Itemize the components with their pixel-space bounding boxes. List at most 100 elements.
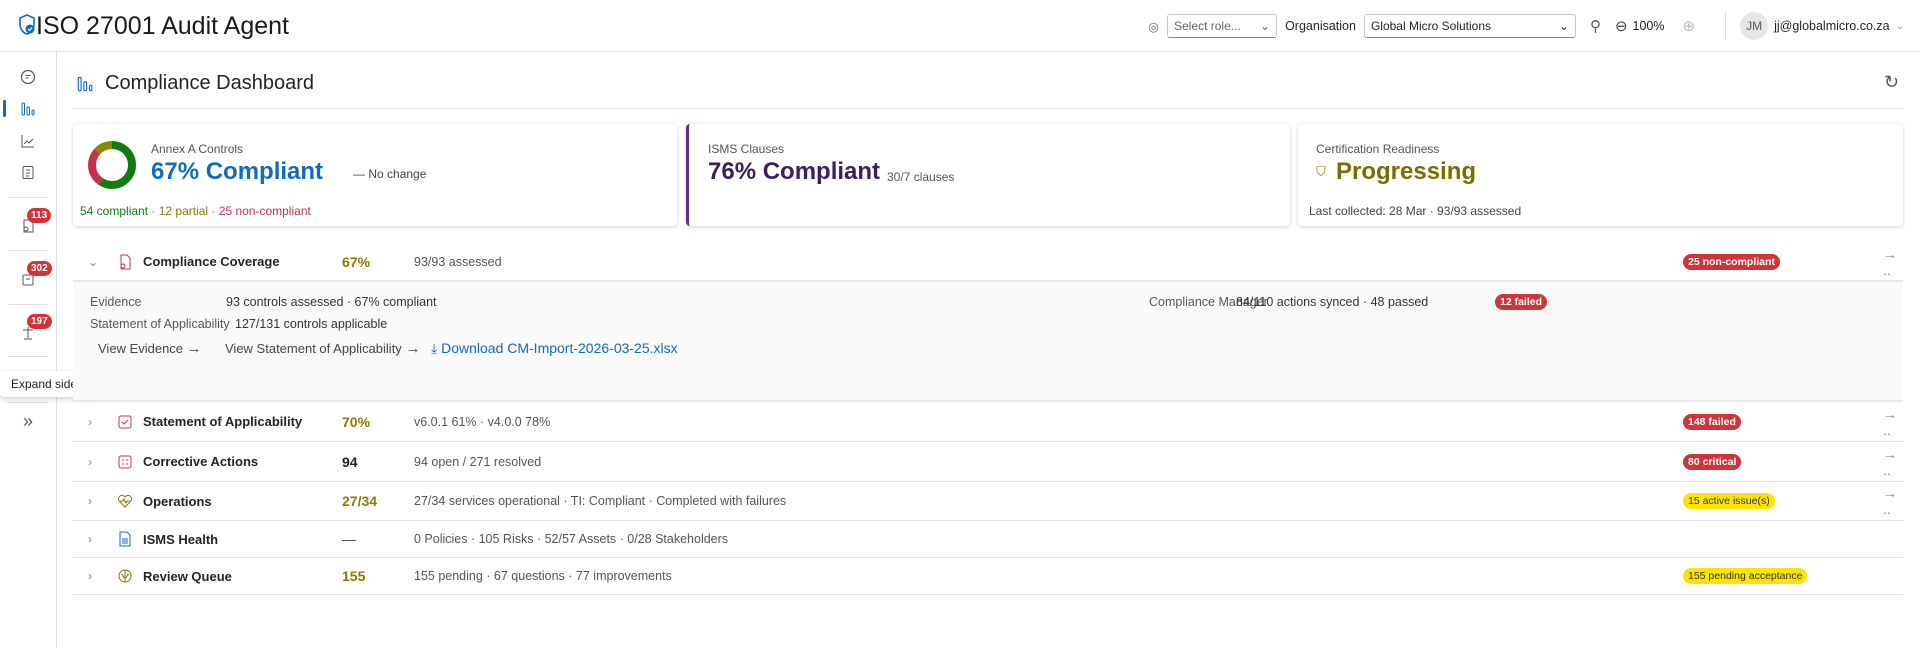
arrow-right-icon[interactable]: → .. bbox=[1883, 246, 1903, 278]
annex-a-card[interactable]: Annex A Controls 67% Compliant — No chan… bbox=[73, 124, 677, 226]
zoom-out-icon[interactable]: ⊖ bbox=[1615, 17, 1628, 35]
change-text: No change bbox=[368, 167, 427, 181]
view-soa-link[interactable]: View Statement of Applicability → bbox=[225, 340, 420, 357]
divider bbox=[8, 356, 48, 357]
arrow-right-icon: → bbox=[186, 340, 202, 357]
section-detail: 27/34 services operational · TI: Complia… bbox=[414, 494, 787, 508]
divider bbox=[8, 304, 48, 305]
link-label: View Statement of Applicability bbox=[225, 341, 402, 356]
app-header: ISO 27001 Audit Agent ◎ Select role... ⌄ … bbox=[0, 0, 1920, 52]
user-email: jj@globalmicro.co.za bbox=[1774, 19, 1890, 33]
arrow-right-icon[interactable]: → .. bbox=[1883, 485, 1903, 517]
partial-count: 12 partial bbox=[158, 204, 209, 218]
arrow-right-icon[interactable]: → .. bbox=[1883, 446, 1903, 478]
card-value: 76% Compliant bbox=[708, 158, 881, 185]
chat-icon[interactable] bbox=[17, 66, 39, 88]
download-icon: ⤓ bbox=[431, 340, 438, 356]
document-shield-icon bbox=[120, 254, 131, 269]
section-detail: 93/93 assessed bbox=[414, 254, 502, 269]
refresh-icon[interactable]: ↻ bbox=[1884, 72, 1899, 93]
status-badge: 148 failed bbox=[1683, 413, 1741, 430]
app-title: ISO 27001 Audit Agent bbox=[36, 12, 289, 40]
failed-badge: 12 failed bbox=[1495, 294, 1548, 310]
section-name: ISMS Health bbox=[143, 531, 219, 547]
certification-card[interactable]: Certification Readiness ⛉ Progressing La… bbox=[1298, 124, 1903, 226]
zoom-level: 100% bbox=[1632, 19, 1665, 33]
eye-icon: ◎ bbox=[1148, 19, 1160, 34]
card-change: — No change bbox=[353, 167, 427, 181]
org-label: Organisation bbox=[1285, 19, 1356, 33]
chevron-right-icon[interactable]: › bbox=[88, 569, 92, 583]
chevron-right-icon[interactable]: › bbox=[88, 494, 92, 508]
trend-chart-icon[interactable] bbox=[17, 130, 39, 152]
notification-badge: 302 bbox=[27, 261, 52, 276]
user-menu[interactable]: JM jj@globalmicro.co.za ⌄ bbox=[1740, 12, 1904, 40]
status-badge: 25 non-compliant bbox=[1683, 253, 1780, 270]
compliant-count: 54 compliant bbox=[80, 204, 149, 218]
chevron-down-icon: ⌄ bbox=[1558, 19, 1569, 33]
task-list-icon bbox=[118, 455, 132, 468]
expand-sidebar-icon[interactable]: » bbox=[17, 410, 39, 432]
dashboard-icon[interactable] bbox=[17, 98, 39, 120]
section-detail: v6.0.1 61% · v4.0.0 78% bbox=[414, 414, 551, 429]
divider bbox=[8, 197, 48, 198]
section-name: Operations bbox=[143, 493, 212, 509]
sidebar: 113 302 197 » bbox=[0, 52, 57, 648]
section-isms-health[interactable]: › ISMS Health — 0 Policies · 105 Risks ·… bbox=[73, 521, 1903, 558]
chevron-down-icon[interactable]: ⌄ bbox=[88, 255, 98, 269]
page-title: Compliance Dashboard bbox=[105, 72, 315, 94]
divider bbox=[1725, 12, 1727, 40]
chevron-right-icon[interactable]: › bbox=[88, 415, 92, 429]
card-footer: Last collected: 28 Mar · 93/93 assessed bbox=[1309, 204, 1522, 218]
section-name: Corrective Actions bbox=[143, 454, 259, 469]
card-breakdown: 54 compliant · 12 partial · 25 non-compl… bbox=[80, 204, 311, 218]
chevron-right-icon[interactable]: › bbox=[88, 455, 92, 469]
section-name: Compliance Coverage bbox=[143, 254, 280, 269]
download-link[interactable]: ⤓ Download CM-Import-2026-03-25.xlsx bbox=[431, 340, 678, 357]
soa-label: Statement of Applicability bbox=[90, 317, 230, 331]
active-indicator bbox=[3, 100, 6, 117]
section-name: Statement of Applicability bbox=[143, 414, 303, 429]
role-placeholder: Select role... bbox=[1174, 19, 1241, 33]
evidence-label: Evidence bbox=[90, 295, 142, 309]
divider bbox=[8, 250, 48, 251]
status-badge: 155 pending acceptance bbox=[1683, 568, 1808, 584]
section-compliance-coverage[interactable]: ⌄ Compliance Coverage 67% 93/93 assessed… bbox=[73, 243, 1903, 282]
section-review-queue[interactable]: › Review Queue 155 155 pending · 67 ques… bbox=[73, 558, 1903, 595]
org-select[interactable]: Global Micro Solutions ⌄ bbox=[1363, 14, 1576, 38]
cm-value: 84/110 actions synced · 48 passed bbox=[1236, 295, 1429, 309]
section-detail: 0 Policies · 105 Risks · 52/57 Assets · … bbox=[414, 532, 729, 546]
evidence-value: 93 controls assessed · 67% compliant bbox=[226, 295, 437, 309]
section-value: 27/34 bbox=[342, 493, 378, 509]
section-name: Review Queue bbox=[143, 568, 232, 584]
notification-badge: 113 bbox=[27, 208, 52, 223]
dashboard-icon bbox=[77, 76, 93, 92]
view-evidence-link[interactable]: View Evidence → bbox=[98, 340, 202, 357]
isms-clauses-card[interactable]: ISMS Clauses 76% Compliant 30/7 clauses bbox=[686, 124, 1290, 226]
section-value: 155 bbox=[342, 568, 366, 584]
arrow-right-icon: → bbox=[405, 340, 421, 357]
document-icon bbox=[119, 531, 131, 547]
shield-check-icon bbox=[19, 14, 35, 35]
section-value: — bbox=[342, 531, 356, 547]
section-corrective-actions[interactable]: › Corrective Actions 94 94 open / 271 re… bbox=[73, 442, 1903, 482]
chevron-right-icon[interactable]: › bbox=[88, 532, 92, 546]
arrow-right-icon[interactable]: → .. bbox=[1883, 406, 1903, 438]
section-detail: 94 open / 271 resolved bbox=[414, 454, 542, 469]
card-value: 67% Compliant bbox=[151, 158, 324, 185]
chevron-down-icon: ⌄ bbox=[1260, 19, 1271, 33]
divider bbox=[73, 108, 1903, 109]
card-sub: 30/7 clauses bbox=[887, 170, 955, 184]
section-operations[interactable]: › Operations 27/34 27/34 services operat… bbox=[73, 482, 1903, 521]
clipboard-icon[interactable] bbox=[17, 161, 39, 183]
section-detail: 155 pending · 67 questions · 77 improvem… bbox=[414, 569, 672, 583]
card-value: Progressing bbox=[1336, 158, 1477, 185]
pin-icon[interactable]: ⚲ bbox=[1590, 17, 1601, 35]
noncompliant-count: 25 non-compliant bbox=[218, 204, 311, 218]
zoom-in-icon[interactable]: ⊕ bbox=[1683, 17, 1696, 35]
status-badge: 80 critical bbox=[1683, 453, 1742, 470]
section-statement-of-applicability[interactable]: › Statement of Applicability 70% v6.0.1 … bbox=[73, 402, 1903, 442]
card-label: Certification Readiness bbox=[1316, 142, 1440, 156]
role-select[interactable]: Select role... ⌄ bbox=[1167, 14, 1278, 38]
card-label: Annex A Controls bbox=[151, 142, 244, 156]
